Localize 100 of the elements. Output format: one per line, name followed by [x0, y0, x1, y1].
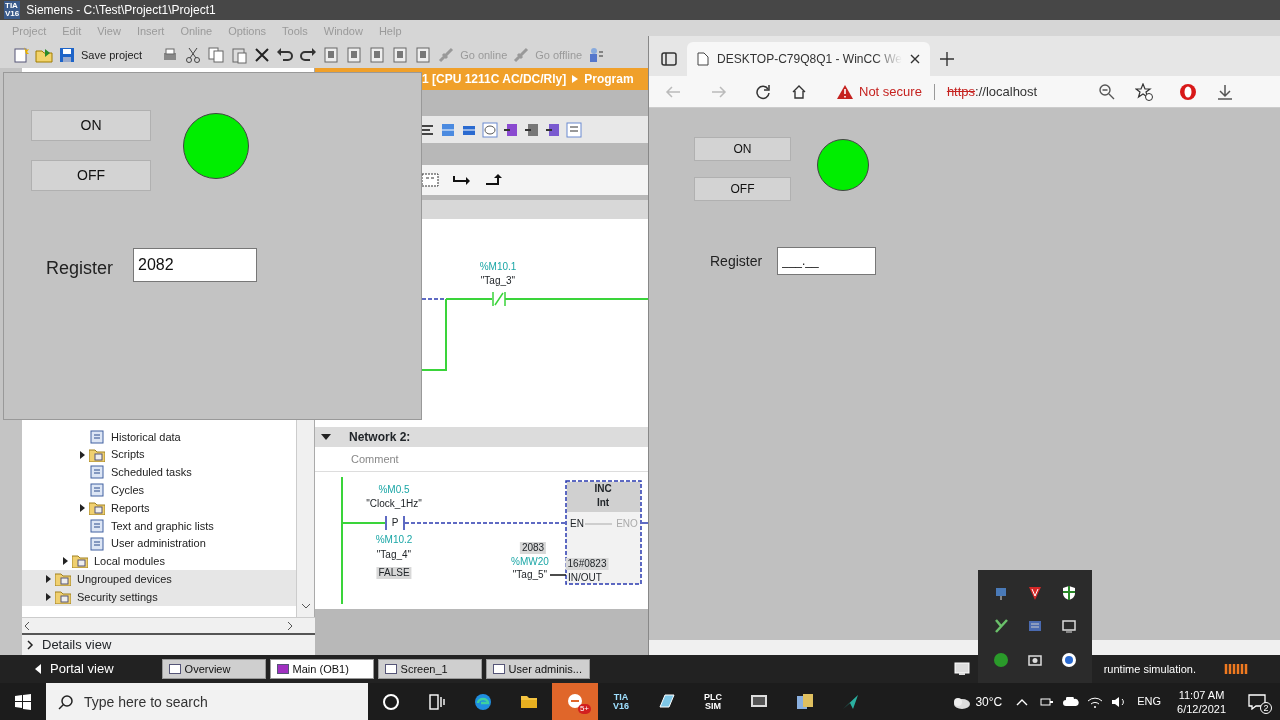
- app-icon[interactable]: [1027, 584, 1043, 601]
- status-value: FALSE: [376, 567, 412, 579]
- box-icon[interactable]: [421, 173, 439, 187]
- back-triangle-icon[interactable]: [34, 664, 42, 674]
- scrollbar[interactable]: [296, 420, 314, 617]
- notification-icon[interactable]: [1248, 693, 1266, 710]
- open-project-icon[interactable]: [35, 46, 53, 64]
- caret-right-icon[interactable]: [78, 450, 86, 459]
- tab-actions-icon[interactable]: [661, 51, 677, 67]
- tree-item[interactable]: Historical data: [111, 428, 181, 446]
- insert-network-icon[interactable]: [503, 121, 519, 138]
- tree-item[interactable]: Local modules: [94, 553, 165, 570]
- operand-tag: "Tag_3": [480, 276, 516, 286]
- contact-symbol[interactable]: [385, 515, 405, 531]
- editor-tab[interactable]: Screen_1: [377, 659, 482, 679]
- caret-up-icon[interactable]: [1016, 697, 1029, 706]
- close-branch-icon[interactable]: [485, 174, 503, 186]
- notification-count: 2: [1260, 701, 1272, 714]
- network-icon[interactable]: [524, 121, 540, 138]
- clock-date[interactable]: 6/12/2021: [1177, 701, 1226, 716]
- hmi-button[interactable]: OFF: [31, 160, 151, 191]
- undo-icon[interactable]: [276, 46, 295, 64]
- scroll-down-icon[interactable]: [299, 601, 312, 611]
- editor-tab[interactable]: User adminis...: [485, 659, 590, 679]
- scroll-right-icon[interactable]: [285, 619, 295, 632]
- scroll-left-icon[interactable]: [22, 619, 32, 632]
- search-field[interactable]: Type here to search: [46, 683, 368, 720]
- clock-time[interactable]: 11:07 AM: [1178, 687, 1225, 702]
- save-icon[interactable]: [58, 46, 76, 64]
- cloud-icon[interactable]: [1063, 696, 1080, 707]
- extension-icon[interactable]: [1179, 82, 1197, 101]
- tab-icon: [384, 664, 397, 674]
- tree-item[interactable]: Reports: [111, 499, 150, 517]
- tree-item[interactable]: Scheduled tasks: [111, 464, 192, 481]
- network-icon[interactable]: [545, 121, 561, 138]
- taskbar-app[interactable]: PLC SIM: [690, 683, 736, 720]
- portal-view-link[interactable]: Portal view: [50, 659, 114, 679]
- search-icon: [58, 694, 74, 710]
- camera-icon[interactable]: [1027, 652, 1043, 669]
- breadcrumb-arrow-icon: [572, 75, 579, 83]
- folder-icon: [89, 447, 105, 462]
- scrollbar[interactable]: [22, 617, 315, 633]
- comment-icon[interactable]: [482, 121, 498, 138]
- screen-icon[interactable]: [953, 662, 970, 676]
- expand-icon[interactable]: [26, 640, 34, 650]
- zoom-out-icon[interactable]: [1099, 83, 1115, 100]
- page-icon: [697, 52, 709, 66]
- caret-right-icon[interactable]: [78, 504, 86, 513]
- register-field[interactable]: ___.__: [777, 247, 876, 275]
- tab-icon: [168, 664, 181, 674]
- network-comment[interactable]: Comment: [351, 450, 399, 468]
- redo-icon[interactable]: [299, 46, 318, 64]
- document-icon: [89, 465, 105, 480]
- reload-icon[interactable]: [755, 83, 771, 100]
- tree-item[interactable]: Text and graphic lists: [111, 517, 214, 535]
- editor-tab[interactable]: Main (OB1): [269, 659, 374, 679]
- caret-right-icon[interactable]: [44, 575, 52, 584]
- new-project-icon[interactable]: [12, 46, 30, 64]
- tree-item[interactable]: User administration: [111, 535, 206, 552]
- address-field[interactable]: https://localhost: [946, 81, 1038, 102]
- register-field[interactable]: 2082: [133, 248, 257, 282]
- caret-right-icon[interactable]: [44, 593, 52, 602]
- taskbar-app[interactable]: 5+: [552, 683, 598, 720]
- shield-icon[interactable]: [1061, 584, 1077, 601]
- delete-icon[interactable]: [253, 46, 272, 64]
- close-icon[interactable]: [909, 54, 920, 64]
- tree-item[interactable]: Scripts: [111, 446, 145, 463]
- tree-item[interactable]: Cycles: [111, 482, 144, 499]
- power-icon[interactable]: [1040, 695, 1055, 708]
- app-icon[interactable]: [993, 618, 1009, 635]
- app-logo: TIA V16: [613, 692, 629, 711]
- browser-icon: [473, 691, 493, 712]
- collapse-icon[interactable]: [321, 433, 331, 441]
- chat-icon[interactable]: [1061, 652, 1077, 669]
- cut-icon[interactable]: [184, 46, 203, 64]
- hmi-button[interactable]: ON: [694, 137, 791, 161]
- browser-tab[interactable]: DESKTOP-C79Q8Q1 - WinCC We: [687, 42, 930, 76]
- save-project-button[interactable]: Save project: [81, 46, 143, 64]
- pin-label: IN/OUT: [568, 573, 602, 583]
- branch-arrow-icon[interactable]: [453, 174, 471, 186]
- new-tab-icon[interactable]: [939, 52, 954, 66]
- editor-tab[interactable]: Overview: [161, 659, 266, 679]
- security-warning[interactable]: Not secure: [859, 81, 922, 102]
- taskbar-app[interactable]: TIA V16: [598, 683, 644, 720]
- rung-wire: [341, 522, 386, 524]
- home-icon[interactable]: [791, 83, 807, 100]
- panel-icon[interactable]: [440, 121, 456, 138]
- hmi-button[interactable]: ON: [31, 110, 151, 141]
- caret-right-icon[interactable]: [61, 557, 69, 566]
- hmi-button[interactable]: OFF: [694, 177, 791, 201]
- help-icon[interactable]: [587, 46, 606, 64]
- status-value: 16#0823: [565, 558, 609, 570]
- favorites-icon[interactable]: [1135, 82, 1153, 101]
- wifi-icon[interactable]: [1087, 695, 1104, 708]
- tab-icon: [492, 664, 505, 674]
- language-indicator[interactable]: ENG: [1137, 693, 1162, 710]
- copy-icon[interactable]: [207, 46, 226, 64]
- app-logo: PLC SIM: [704, 692, 722, 711]
- start-icon[interactable]: [15, 693, 31, 710]
- monitor-icon[interactable]: [1061, 618, 1077, 635]
